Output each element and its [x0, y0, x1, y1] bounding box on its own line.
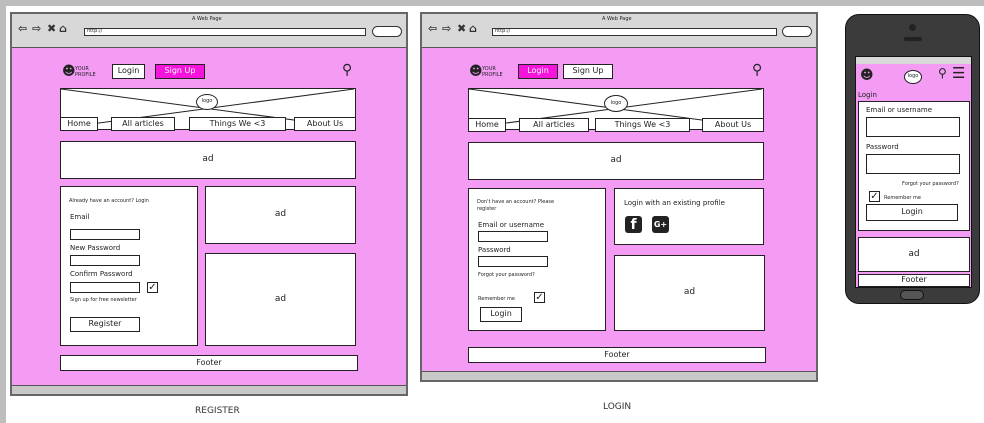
register-caption: REGISTER — [195, 406, 240, 416]
remember-me-checkbox[interactable]: ✓ — [869, 191, 880, 202]
window-title: A Web Page — [192, 16, 222, 22]
signup-button[interactable]: Sign Up — [563, 64, 613, 79]
email-field[interactable] — [478, 231, 548, 242]
ad-banner[interactable]: ad — [468, 142, 764, 180]
register-button[interactable]: Register — [70, 317, 140, 332]
search-field[interactable] — [372, 26, 402, 37]
new-password-label: New Password — [70, 244, 121, 252]
back-icon[interactable]: ⇦ — [18, 22, 27, 35]
forward-icon[interactable]: ⇨ — [442, 22, 451, 35]
email-field[interactable] — [866, 117, 960, 137]
nav-item-all-articles[interactable]: All articles — [111, 117, 175, 131]
address-bar[interactable]: http:// — [492, 28, 777, 36]
existing-profile-label: Login with an existing profile — [624, 199, 725, 207]
logo-circle: logo — [196, 94, 218, 110]
user-icon[interactable]: ☻ — [469, 64, 483, 79]
nav-item-about-us[interactable]: About Us — [294, 117, 356, 131]
password-field[interactable] — [478, 256, 548, 267]
search-icon[interactable]: ⚲ — [342, 62, 352, 78]
phone-home-button[interactable] — [900, 290, 924, 300]
nav-item-all-articles[interactable]: All articles — [519, 118, 589, 132]
search-field[interactable] — [782, 26, 812, 37]
nav-item-home[interactable]: Home — [60, 117, 98, 131]
search-icon[interactable]: ⚲ — [752, 62, 762, 78]
phone-status-bar — [856, 57, 971, 64]
top-border — [0, 0, 984, 6]
ad-banner[interactable]: ad — [60, 141, 356, 179]
nav-item-things-we-love[interactable]: Things We <3 — [595, 118, 690, 132]
home-icon[interactable]: ⌂ — [469, 22, 477, 35]
forgot-password-link[interactable]: Forgot your password? — [478, 272, 535, 278]
logo-circle: logo — [604, 95, 628, 112]
email-label: Email or username — [478, 221, 545, 229]
facebook-icon[interactable]: f — [625, 216, 642, 233]
home-icon[interactable]: ⌂ — [59, 22, 67, 35]
browser-chrome: A Web Page ⇦ ⇨ ✖ ⌂ http:// — [422, 14, 816, 48]
nav-item-about-us[interactable]: About Us — [702, 118, 764, 132]
email-field[interactable] — [70, 229, 140, 240]
search-icon[interactable]: ⚲ — [938, 66, 947, 80]
login-heading: Login — [858, 91, 877, 99]
register-prompt[interactable]: Don't have an account? Please register — [477, 199, 557, 213]
login-button[interactable]: Login — [518, 64, 558, 79]
nav-item-home[interactable]: Home — [468, 118, 506, 132]
back-icon[interactable]: ⇦ — [428, 22, 437, 35]
status-bar — [422, 371, 816, 380]
remember-me-checkbox[interactable]: ✓ — [534, 292, 545, 303]
login-browser-window: A Web Page ⇦ ⇨ ✖ ⌂ http:// ☻ YOUR PROFIL… — [420, 12, 818, 382]
login-caption: LOGIN — [603, 402, 632, 412]
stop-icon[interactable]: ✖ — [457, 22, 466, 35]
phone-camera — [909, 24, 916, 31]
stop-icon[interactable]: ✖ — [47, 22, 56, 35]
status-bar — [12, 385, 406, 394]
newsletter-label: Sign up for free newsletter — [70, 297, 137, 303]
password-label: Password — [478, 246, 511, 254]
ad-box[interactable]: ad — [858, 237, 970, 272]
browser-chrome: A Web Page ⇦ ⇨ ✖ ⌂ http:// — [12, 14, 406, 48]
nav-item-things-we-love[interactable]: Things We <3 — [189, 117, 286, 131]
remember-me-label: Remember me — [884, 195, 921, 201]
confirm-password-label: Confirm Password — [70, 270, 133, 278]
window-title: A Web Page — [602, 16, 632, 22]
login-prompt[interactable]: Already have an account? Login — [69, 198, 149, 204]
ad-box-top[interactable]: ad — [205, 186, 356, 244]
forgot-password-link[interactable]: Forgot your password? — [902, 181, 959, 187]
forward-icon[interactable]: ⇨ — [32, 22, 41, 35]
login-submit-button[interactable]: Login — [480, 307, 522, 322]
newsletter-checkbox[interactable]: ✓ — [147, 282, 158, 293]
user-icon[interactable]: ☻ — [62, 64, 76, 79]
register-browser-window: A Web Page ⇦ ⇨ ✖ ⌂ http:// ☻ YOUR PROFIL… — [10, 12, 408, 396]
signup-button[interactable]: Sign Up — [155, 64, 205, 79]
logo-circle: logo — [904, 70, 922, 84]
email-label: Email — [70, 213, 90, 221]
left-border — [0, 0, 6, 423]
google-plus-icon[interactable]: G+ — [652, 216, 669, 233]
confirm-password-field[interactable] — [70, 282, 140, 293]
footer: Footer — [858, 274, 970, 287]
menu-icon[interactable]: ☰ — [952, 64, 965, 82]
footer: Footer — [468, 347, 766, 363]
footer: Footer — [60, 355, 358, 371]
password-label: Password — [866, 143, 899, 151]
user-icon[interactable]: ☻ — [860, 68, 874, 83]
email-label: Email or username — [866, 106, 933, 114]
ad-box[interactable]: ad — [614, 255, 765, 331]
remember-me-label: Remember me — [478, 296, 515, 302]
password-field[interactable] — [866, 154, 960, 174]
phone-speaker — [904, 37, 922, 41]
login-button[interactable]: Login — [112, 64, 145, 79]
profile-label[interactable]: YOUR PROFILE — [482, 66, 508, 78]
ad-box-bottom[interactable]: ad — [205, 253, 356, 346]
profile-label[interactable]: YOUR PROFILE — [75, 66, 101, 78]
address-bar[interactable]: http:// — [84, 28, 366, 36]
login-button[interactable]: Login — [866, 204, 958, 221]
new-password-field[interactable] — [70, 255, 140, 266]
